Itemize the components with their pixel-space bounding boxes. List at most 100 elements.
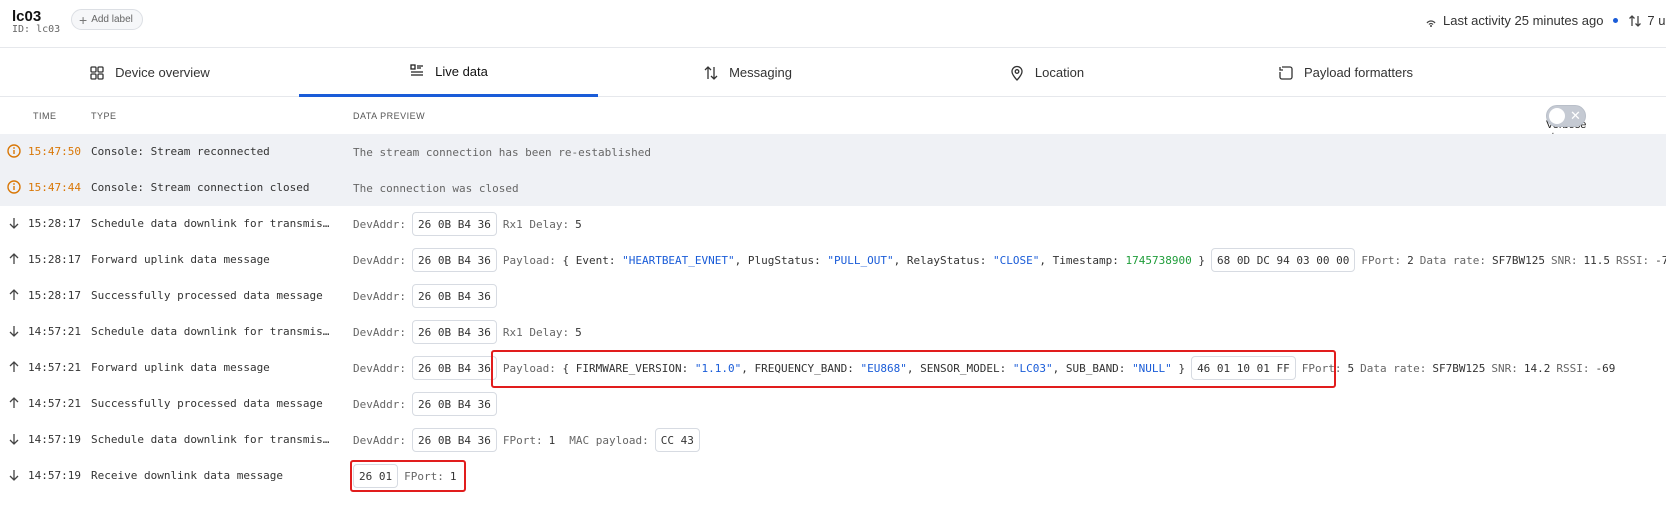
verbose-stream: Verbose stream ✕ <box>1546 105 1586 143</box>
list-icon <box>410 64 424 76</box>
event-type: Forward uplink data message <box>91 361 270 374</box>
event-row[interactable]: 15:47:44 Console: Stream connection clos… <box>0 170 1666 206</box>
close-icon: ✕ <box>1570 108 1581 123</box>
fport-value: 5 <box>1347 361 1355 375</box>
event-row[interactable]: 15:28:17 Forward uplink data message Dev… <box>0 242 1666 278</box>
preview-message: The connection was closed <box>353 181 519 195</box>
fport-value: 1 <box>548 433 556 447</box>
devaddr-value[interactable]: 26 0B B4 36 <box>411 212 497 236</box>
event-type: Forward uplink data message <box>91 253 270 266</box>
devaddr-value[interactable]: 26 0B B4 36 <box>411 320 497 344</box>
data-rate-value: SF7BW125 <box>1432 361 1486 375</box>
map-pin-icon <box>1011 65 1023 81</box>
snr-label: SNR: <box>1491 361 1518 375</box>
event-time: 14:57:19 <box>28 469 81 482</box>
data-preview: DevAddr: 26 0B B4 36 <box>353 390 497 418</box>
field-key: PlugStatus: <box>747 253 821 267</box>
devaddr-value[interactable]: 26 0B B4 36 <box>411 428 497 452</box>
arrow-down-icon <box>9 326 19 337</box>
tab-label: Payload formatters <box>1303 65 1414 80</box>
col-type: TYPE <box>91 111 117 121</box>
data-preview: DevAddr: 26 0B B4 36 Payload: { Event: "… <box>353 246 1666 274</box>
data-preview: DevAddr: 26 0B B4 36 Rx1 Delay: 5 <box>353 210 582 238</box>
add-label-button[interactable]: + Add label <box>71 9 143 30</box>
rx1-delay-value: 5 <box>575 325 582 339</box>
snr-label: SNR: <box>1551 253 1578 267</box>
event-row[interactable]: 15:28:17 Schedule data downlink for tran… <box>0 206 1666 242</box>
devaddr-value[interactable]: 26 0B B4 36 <box>411 248 497 272</box>
fport-value: 1 <box>449 469 457 483</box>
devaddr-value[interactable]: 26 0B B4 36 <box>411 356 497 380</box>
tab-live-data[interactable]: Live data <box>299 48 598 97</box>
fport-value: 2 <box>1407 253 1414 267</box>
field-key: RelayStatus: <box>906 253 987 267</box>
col-preview: DATA PREVIEW <box>353 111 426 121</box>
field-key: SENSOR_MODEL: <box>920 361 1007 375</box>
field-value: "CLOSE" <box>993 253 1040 267</box>
device-id: ID: lc03 <box>12 24 61 35</box>
tab-label: Live data <box>435 63 488 79</box>
device-header: lc03 ID: lc03 + Add label Last activity … <box>0 0 1666 48</box>
event-row[interactable]: 15:47:50 Console: Stream reconnected The… <box>0 134 1666 170</box>
last-activity-text: Last activity 25 minutes ago <box>1443 13 1604 28</box>
column-header: TIME TYPE DATA PREVIEW Verbose stream ✕ <box>0 97 1666 143</box>
event-row[interactable]: 15:28:17 Successfully processed data mes… <box>0 278 1666 314</box>
brace-close: } <box>1198 253 1205 267</box>
event-type: Schedule data downlink for transmission <box>91 217 336 230</box>
arrow-down-icon <box>9 434 19 445</box>
snr-value: 14.2 <box>1523 361 1551 375</box>
signal-icon <box>1424 14 1438 28</box>
field-value: "LC03" <box>1012 361 1053 375</box>
updown-icon <box>1628 14 1642 28</box>
field-value: "1.1.0" <box>694 361 742 375</box>
event-time: 14:57:21 <box>28 397 81 410</box>
rssi-label: RSSI: <box>1616 253 1650 267</box>
raw-payload[interactable]: 46 01 10 01 FF <box>1191 356 1296 380</box>
devaddr-label: DevAddr: <box>353 397 406 411</box>
payload-label: Payload: <box>502 361 556 375</box>
fport-label: FPort: <box>502 433 543 447</box>
event-row[interactable]: 14:57:21 Schedule data downlink for tran… <box>0 314 1666 350</box>
event-type: Successfully processed data message <box>91 397 323 410</box>
devaddr-value[interactable]: 26 0B B4 36 <box>411 392 497 416</box>
event-type: Console: Stream reconnected <box>91 145 270 158</box>
devaddr-label: DevAddr: <box>353 361 406 375</box>
event-type: Console: Stream connection closed <box>91 181 310 194</box>
event-row[interactable]: 14:57:19 Receive downlink data message 2… <box>0 458 1666 494</box>
verbose-toggle[interactable]: ✕ <box>1546 105 1586 127</box>
mac-payload-value[interactable]: CC 43 <box>654 428 700 452</box>
brace-open: { <box>562 361 570 375</box>
device-name: lc03 <box>12 8 42 25</box>
devaddr-label: DevAddr: <box>353 217 406 231</box>
brace-open: { <box>562 253 570 267</box>
event-type: Schedule data downlink for transmission <box>91 433 336 446</box>
field-value: "PULL_OUT" <box>827 253 894 267</box>
data-rate-label: Data rate: <box>1419 253 1487 267</box>
plus-icon: + <box>79 11 88 28</box>
rx1-delay-value: 5 <box>575 217 582 231</box>
event-row[interactable]: 14:57:21 Successfully processed data mes… <box>0 386 1666 422</box>
payload-label: Payload: <box>502 253 556 267</box>
tab-messaging[interactable]: Messaging <box>598 48 897 97</box>
data-preview: DevAddr: 26 0B B4 36 FPort: 1 MAC payloa… <box>353 426 700 454</box>
tab-device-overview[interactable]: Device overview <box>0 48 299 97</box>
preview-message: The stream connection has been re-establ… <box>353 145 652 159</box>
tab-payload-formatters[interactable]: Payload formatters <box>1196 48 1495 97</box>
arrow-up-icon <box>9 361 19 372</box>
devaddr-label: DevAddr: <box>353 325 406 339</box>
toggle-knob <box>1549 108 1565 124</box>
tab-label: Device overview <box>115 65 210 80</box>
raw-payload[interactable]: 26 01 <box>353 464 399 488</box>
data-preview: The stream connection has been re-establ… <box>353 138 651 166</box>
devaddr-value[interactable]: 26 0B B4 36 <box>411 284 497 308</box>
data-preview: DevAddr: 26 0B B4 36 Payload: { FIRMWARE… <box>353 354 1615 382</box>
event-row[interactable]: 14:57:19 Schedule data downlink for tran… <box>0 422 1666 458</box>
devaddr-label: DevAddr: <box>353 433 406 447</box>
raw-payload[interactable]: 68 0D DC 94 03 00 00 <box>1210 248 1356 272</box>
field-value: "HEARTBEAT_EVNET" <box>622 253 735 267</box>
event-row[interactable]: 14:57:21 Forward uplink data message Dev… <box>0 350 1666 386</box>
rssi-label: RSSI: <box>1556 361 1590 375</box>
event-time: 14:57:21 <box>28 361 81 374</box>
event-time: 15:28:17 <box>28 289 81 302</box>
tab-location[interactable]: Location <box>897 48 1196 97</box>
